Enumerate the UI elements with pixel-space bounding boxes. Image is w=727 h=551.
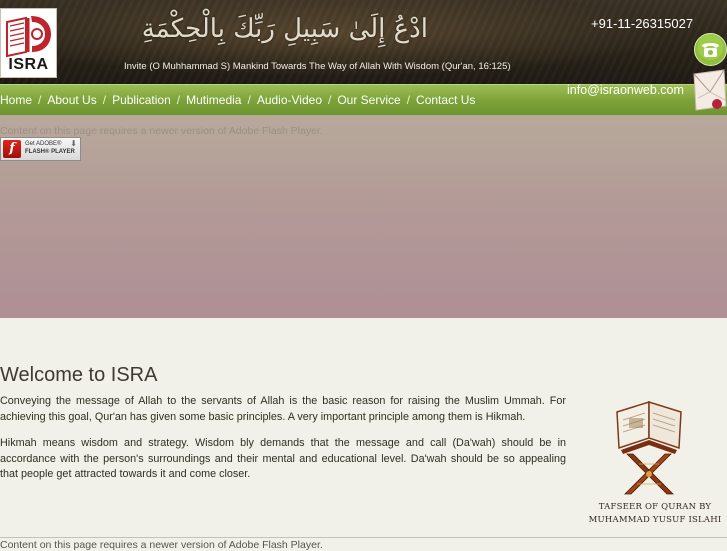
nav-item-contact-us[interactable]: Contact Us <box>416 93 475 107</box>
nav-separator: / <box>38 93 42 107</box>
nav-item-home[interactable]: Home <box>0 93 32 107</box>
intro-paragraph: Conveying the message of Allah to the se… <box>0 395 566 423</box>
quran-stand-image[interactable] <box>609 398 689 498</box>
nav-list: Home / About Us / Publication / Mutimedia / Audi… <box>0 93 475 107</box>
feature-caption-line1: TAFSEER OF QURAN BY <box>598 502 712 512</box>
footer-flash-message: Content on this page requires a newer ve… <box>0 539 323 551</box>
logo-book-icon <box>6 16 51 58</box>
logo-text: ISRA <box>8 56 49 73</box>
header-tagline: Invite (O Muhhammad S) Mankind Towards T… <box>124 61 511 72</box>
nav-item-about-us[interactable]: About Us <box>47 93 96 107</box>
site-header: ISRA ادْعُ إِلَىٰ سَبِيلِ رَبِّكَ بِالْح… <box>0 0 727 84</box>
flash-required-message: Content on this page requires a newer ve… <box>0 125 323 137</box>
nav-item-audio-video[interactable]: Audio-Video <box>257 93 322 107</box>
flash-badge-get: Get ADOBE® <box>25 141 62 147</box>
email-link[interactable]: info@israonweb.com <box>567 83 684 97</box>
phone-number: +91-11-26315027 <box>591 16 694 31</box>
get-flash-player-button[interactable]: f Get ADOBE® FLASH® PLAYER ⬇ <box>0 137 81 161</box>
nav-separator: / <box>328 93 332 107</box>
nav-separator: / <box>102 93 107 107</box>
page-title: Welcome to ISRA <box>0 364 158 386</box>
feature-caption[interactable]: TAFSEER OF QURAN BY MUHAMMAD YUSUF ISLAH… <box>585 501 725 527</box>
nav-item-our-service[interactable]: Our Service <box>337 93 400 107</box>
hikmah-paragraph: Hikmah means wisdom and strategy. Wisdom… <box>0 437 566 480</box>
flash-badge-player: FLASH® PLAYER <box>25 149 75 155</box>
nav-item-multimedia[interactable]: Mutimedia <box>186 93 241 107</box>
telephone-icon[interactable] <box>694 33 727 66</box>
flash-banner: Content on this page requires a newer ve… <box>0 115 727 318</box>
nav-separator: / <box>176 93 181 107</box>
download-arrow-icon: ⬇ <box>70 139 77 148</box>
nav-item-publication[interactable]: Publication <box>112 93 171 107</box>
flash-logo-icon: f <box>3 140 21 158</box>
flash-logo-letter: f <box>9 141 15 156</box>
nav-separator: / <box>406 93 411 107</box>
footer-divider <box>0 537 727 538</box>
envelope-icon[interactable] <box>690 68 727 112</box>
nav-separator: / <box>247 93 251 107</box>
feature-caption-line2: MUHAMMAD YUSUF ISLAHI <box>588 515 722 525</box>
isra-logo[interactable]: ISRA <box>0 8 57 78</box>
arabic-calligraphy: ادْعُ إِلَىٰ سَبِيلِ رَبِّكَ بِالْحِكْمَ… <box>141 14 428 44</box>
